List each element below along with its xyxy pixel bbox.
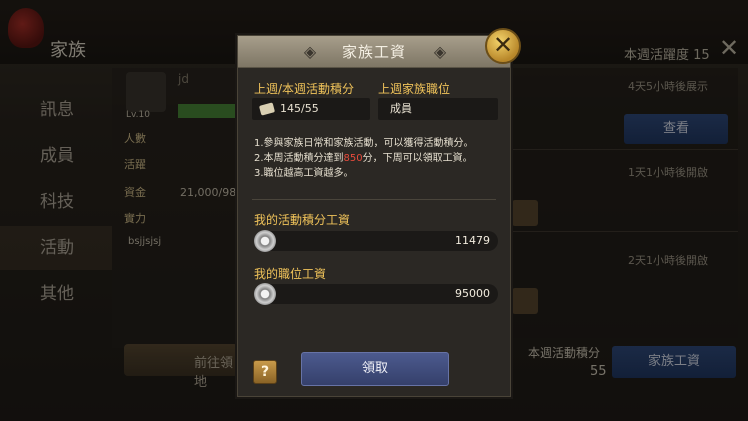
- rule-line-1: 1.參與家族日常和家族活動，可以獲得活動積分。: [254, 138, 474, 149]
- silver-coin-icon: [254, 230, 276, 252]
- rule-line-3: 3.職位越高工資越多。: [254, 168, 354, 179]
- claim-button[interactable]: 領取: [301, 352, 449, 386]
- rule-line-2-prefix: 2.本周活動積分達到: [254, 153, 344, 164]
- points-value: 145/55: [280, 102, 319, 115]
- position-salary-label: 我的職位工資: [254, 267, 327, 281]
- dialog-header: ◈ ◈ 家族工資: [238, 36, 510, 68]
- points-label: 上週/本週活動積分: [254, 82, 355, 96]
- salary-dialog: ◈ ◈ 家族工資 上週/本週活動積分 上週家族職位 145/55 成員 1.參與…: [237, 35, 511, 397]
- ticket-icon: [258, 102, 276, 116]
- divider: [252, 199, 496, 200]
- dialog-title: 家族工資: [341, 43, 406, 61]
- points-field: 145/55: [252, 98, 370, 120]
- rule-line-2: 2.本周活動積分達到850分，下周可以領取工資。: [254, 151, 504, 166]
- activity-salary-value: 11479: [455, 234, 490, 247]
- rule-line-2-suffix: 分，下周可以領取工資。: [362, 153, 473, 164]
- rules-text: 1.參與家族日常和家族活動，可以獲得活動積分。 2.本周活動積分達到850分，下…: [254, 136, 504, 181]
- help-button[interactable]: ?: [253, 360, 277, 384]
- position-value: 成員: [390, 102, 412, 115]
- position-field: 成員: [378, 98, 498, 120]
- activity-salary-bar: 11479: [254, 230, 498, 252]
- required-points: 850: [343, 153, 363, 164]
- position-salary-value: 95000: [455, 287, 490, 300]
- position-salary-bar: 95000: [254, 283, 498, 305]
- silver-coin-icon: [254, 283, 276, 305]
- position-label: 上週家族職位: [378, 82, 451, 96]
- activity-salary-label: 我的活動積分工資: [254, 213, 351, 227]
- dialog-close-icon[interactable]: ✕: [485, 28, 521, 64]
